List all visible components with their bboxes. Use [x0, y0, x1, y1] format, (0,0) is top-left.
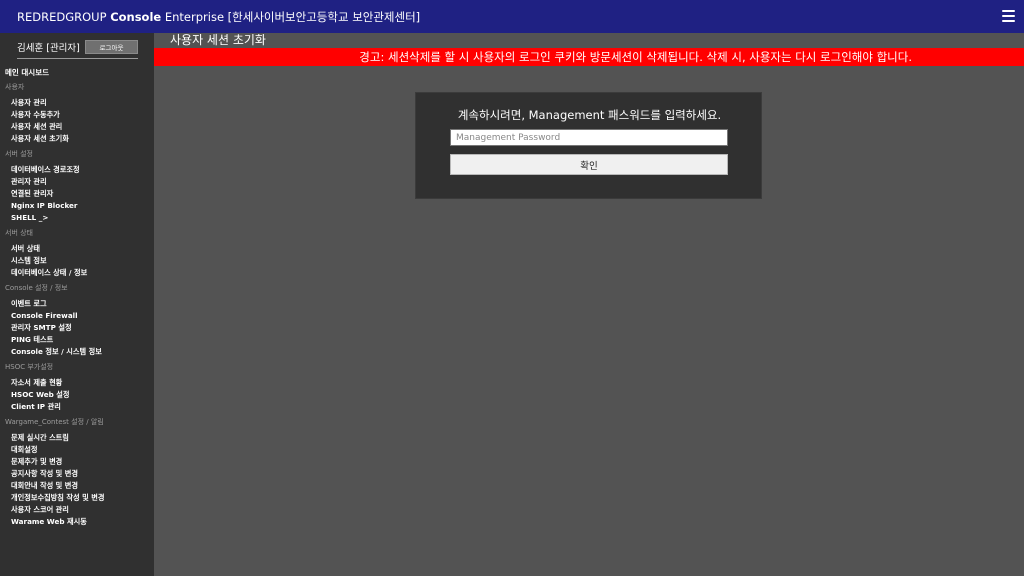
sidebar-item[interactable]: Console Firewall [0, 310, 154, 322]
sidebar-section-group: 자소서 제출 현황 HSOC Web 설정 Client IP 관리 [0, 377, 154, 413]
sidebar-item-main-dashboard[interactable]: 메인 대시보드 [0, 67, 154, 78]
sidebar-item[interactable]: HSOC Web 설정 [0, 389, 154, 401]
sidebar-item[interactable]: 데이터베이스 경로조정 [0, 164, 154, 176]
top-header: REDREDGROUP Console Enterprise [한세사이버보안고… [0, 0, 1024, 33]
sidebar-item[interactable]: Warame Web 재시동 [0, 516, 154, 528]
sidebar-item[interactable]: 문제추가 및 변경 [0, 456, 154, 468]
sidebar-item[interactable]: 관리자 SMTP 설정 [0, 322, 154, 334]
sidebar-item[interactable]: PING 테스트 [0, 334, 154, 346]
brand-product: Console [110, 9, 162, 24]
brand-name: REDREDGROUP [17, 9, 107, 24]
sidebar-section-title: 사용자 [5, 83, 25, 91]
sidebar-section-title: Console 설정 / 정보 [5, 284, 68, 292]
sidebar-item[interactable]: 사용자 스코어 관리 [0, 504, 154, 516]
sidebar-item[interactable]: 개인정보수집방침 작성 및 변경 [0, 492, 154, 504]
sidebar-section-title: 서버 설정 [5, 150, 33, 158]
confirm-button[interactable]: 확인 [450, 154, 728, 175]
sidebar-item[interactable]: 관리자 관리 [0, 176, 154, 188]
brand-subtitle: Enterprise [한세사이버보안고등학교 보안관제센터] [164, 9, 421, 24]
sidebar-section-group: 이벤트 로그 Console Firewall 관리자 SMTP 설정 PING 테스… [0, 298, 154, 358]
sidebar-item[interactable]: Client IP 관리 [0, 401, 154, 413]
sidebar-item[interactable]: 공지사항 작성 및 변경 [0, 468, 154, 480]
sidebar-item[interactable]: 사용자 세션 초기화 [0, 133, 154, 145]
sidebar-item[interactable]: 이벤트 로그 [0, 298, 154, 310]
sidebar-item[interactable]: Nginx IP Blocker [0, 200, 154, 212]
sidebar-item[interactable]: 대회안내 작성 및 변경 [0, 480, 154, 492]
hamburger-icon[interactable] [1002, 10, 1015, 22]
dialog-prompt: 계속하시려면, Management 패스워드를 입력하세요. [457, 108, 722, 122]
sidebar-item[interactable]: Console 정보 / 시스템 정보 [0, 346, 154, 358]
sidebar-item[interactable]: 대회설정 [0, 444, 154, 456]
sidebar-section-group: 데이터베이스 경로조정 관리자 관리 연결된 관리자 Nginx IP Blocker… [0, 164, 154, 224]
sidebar-section-group: 서버 상태 시스템 정보 데이터베이스 상태 / 정보 [0, 243, 154, 279]
sidebar-item[interactable]: 데이터베이스 상태 / 정보 [0, 267, 154, 279]
user-info: 김세훈 [관리자] 로그아웃 [17, 38, 138, 59]
sidebar-item[interactable]: 문제 실시간 스트림 [0, 432, 154, 444]
sidebar-section-title: HSOC 부가설정 [5, 363, 54, 371]
sidebar-nav: 메인 대시보드 사용자사용자 관리 사용자 수동추가 사용자 세션 관리 사용자 세션… [0, 67, 154, 531]
sidebar-item[interactable]: 자소서 제출 현황 [0, 377, 154, 389]
sidebar: 김세훈 [관리자] 로그아웃 메인 대시보드 사용자사용자 관리 사용자 수동추가… [0, 33, 154, 576]
sidebar-section-title: 서버 상태 [5, 229, 33, 237]
page-title: 사용자 세션 초기화 [170, 33, 266, 47]
sidebar-item[interactable]: 시스템 정보 [0, 255, 154, 267]
management-password-input[interactable] [450, 129, 728, 146]
sidebar-section-group: 문제 실시간 스트림 대회설정 문제추가 및 변경 공지사항 작성 및 변경 대회안내 … [0, 432, 154, 528]
password-dialog: 계속하시려면, Management 패스워드를 입력하세요. 확인 [415, 92, 762, 199]
sidebar-item[interactable]: SHELL _> [0, 212, 154, 224]
main-content: 사용자 세션 초기화 경고: 세션삭제를 할 시 사용자의 로그인 쿠키와 방문… [154, 33, 1024, 576]
sidebar-item[interactable]: 사용자 세션 관리 [0, 121, 154, 133]
sidebar-item[interactable]: 사용자 관리 [0, 97, 154, 109]
sidebar-section-title: Wargame_Contest 설정 / 알림 [5, 418, 104, 426]
sidebar-item[interactable]: 서버 상태 [0, 243, 154, 255]
sidebar-section-group: 사용자 관리 사용자 수동추가 사용자 세션 관리 사용자 세션 초기화 [0, 97, 154, 145]
sidebar-item[interactable]: 연결된 관리자 [0, 188, 154, 200]
user-name: 김세훈 [관리자] [17, 43, 80, 54]
logout-button[interactable]: 로그아웃 [85, 40, 138, 54]
warning-banner: 경고: 세션삭제를 할 시 사용자의 로그인 쿠키와 방문세션이 삭제됩니다. … [154, 48, 1024, 66]
sidebar-item[interactable]: 사용자 수동추가 [0, 109, 154, 121]
